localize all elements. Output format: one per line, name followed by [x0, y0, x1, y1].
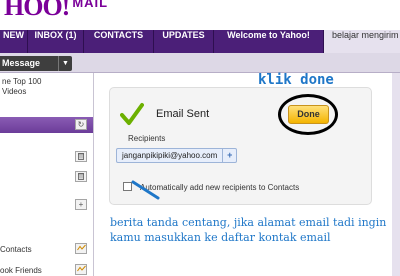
nav-tabs: NEW INBOX (1) CONTACTS UPDATES Welcome t… [0, 30, 400, 53]
tab-new[interactable]: NEW [0, 30, 28, 53]
new-message-label: Message [2, 58, 41, 68]
news-line-1: ne Top 100 [2, 77, 42, 86]
sidebar-item-contacts[interactable]: Contacts [0, 245, 32, 254]
activity-glyph [76, 265, 86, 272]
news-snippet[interactable]: ne Top 100 Videos [2, 77, 41, 97]
recipients-label: Recipients [128, 134, 166, 143]
annotation-klik-done: klik done [258, 72, 334, 88]
right-pane-edge [392, 73, 400, 276]
trash-icon[interactable] [75, 151, 87, 162]
tab-updates[interactable]: UPDATES [154, 30, 214, 53]
recipient-address: janganpikipiki@yahoo.com [117, 149, 224, 162]
trash-glyph [78, 153, 84, 160]
add-contact-icon[interactable]: + [223, 149, 236, 162]
top-bar: HOO! MAIL [0, 0, 400, 30]
logo-product: MAIL [72, 0, 109, 10]
checkmark-icon [120, 103, 144, 125]
left-sidebar: ne Top 100 Videos ↻ + Contacts ook Frien… [0, 73, 94, 276]
tab-contacts[interactable]: CONTACTS [84, 30, 154, 53]
sidebar-folder-header: ↻ [0, 117, 93, 133]
tab-welcome[interactable]: Welcome to Yahoo! [214, 30, 324, 53]
trash-glyph [78, 173, 84, 180]
new-message-button[interactable]: Message ▼ [0, 56, 72, 71]
add-folder-icon[interactable]: + [75, 199, 87, 210]
auto-add-label[interactable]: Automatically add new recipients to Cont… [140, 183, 299, 192]
recipient-chip[interactable]: janganpikipiki@yahoo.com + [116, 148, 238, 163]
news-line-2: Videos [2, 87, 27, 96]
done-highlight-circle [278, 94, 338, 135]
tab-belajar-mengirim[interactable]: belajar mengirim [324, 30, 400, 53]
email-sent-panel: Email Sent Done Recipients janganpikipik… [109, 87, 372, 205]
tab-inbox[interactable]: INBOX (1) [28, 30, 84, 53]
logo-text: HOO! [4, 0, 70, 21]
activity-icon-secondary[interactable] [75, 264, 87, 275]
activity-icon[interactable] [75, 243, 87, 254]
sidebar-item-facebook-friends[interactable]: ook Friends [0, 266, 42, 275]
email-sent-title: Email Sent [156, 108, 210, 120]
yahoo-mail-logo[interactable]: HOO! MAIL [4, 0, 108, 22]
auto-add-checkbox[interactable] [123, 182, 132, 191]
chevron-down-icon[interactable]: ▼ [58, 56, 72, 71]
toolbar: Message ▼ [0, 53, 400, 73]
annotation-checkbox-note: berita tanda centang, jika alamat email … [110, 216, 387, 244]
activity-glyph [76, 244, 86, 251]
trash-icon-secondary[interactable] [75, 171, 87, 182]
refresh-icon[interactable]: ↻ [75, 119, 87, 130]
